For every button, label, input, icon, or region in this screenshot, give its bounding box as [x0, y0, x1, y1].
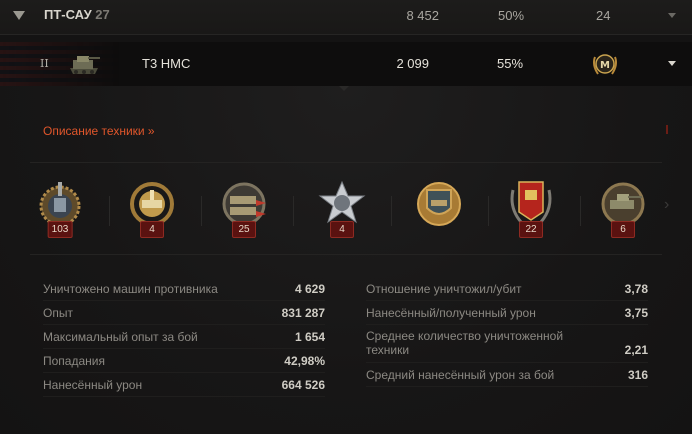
defender-medal-icon	[417, 182, 461, 226]
stat-row: Уничтожено машин противника 4 629	[43, 278, 325, 301]
tank-destroyer-icon	[70, 56, 100, 74]
medal-count: 103	[47, 221, 73, 238]
medal-tank-expert[interactable]: 103	[32, 176, 88, 240]
stats-left: Уничтожено машин противника 4 629 Опыт 8…	[43, 278, 325, 398]
stat-row: Максимальный опыт за бой 1 654	[43, 326, 325, 349]
medal-sniper[interactable]: 4	[124, 176, 180, 240]
medal-count: 22	[519, 221, 543, 238]
category-row-tank-destroyers[interactable]: ПТ-САУ 27 8 452 50% 24	[0, 0, 692, 35]
medal-count: 25	[232, 221, 256, 238]
scroll-indicator	[666, 125, 668, 134]
category-count: 27	[95, 7, 110, 22]
medal-invader[interactable]: 4	[314, 176, 370, 240]
stat-value: 42,98%	[284, 354, 325, 368]
stat-label: Нанесённый/полученный урон	[366, 306, 536, 320]
vehicle-row-t3-hmc[interactable]: II T3 HMC 2 099 55% M	[0, 42, 692, 86]
stat-row: Попадания 42,98%	[43, 350, 325, 373]
stat-row: Отношение уничтожил/убит 3,78	[366, 278, 648, 301]
stat-row: Средний нанесённый урон за бой 316	[366, 364, 648, 387]
vehicle-name: T3 HMC	[142, 56, 191, 71]
vehicle-battles: 2 099	[396, 56, 429, 71]
divider	[30, 254, 662, 255]
vehicle-tier: II	[40, 57, 49, 70]
stats-right: Отношение уничтожил/убит 3,78 Нанесённый…	[366, 278, 648, 388]
stat-row: Нанесённый урон 664 526	[43, 374, 325, 397]
medal-separator	[201, 196, 202, 226]
stat-value: 831 287	[281, 306, 325, 320]
category-win-rate: 50%	[498, 8, 525, 23]
medal-count: 4	[140, 221, 164, 238]
stat-row: Опыт 831 287	[43, 302, 325, 325]
vehicle-description-link[interactable]: Описание техники »	[43, 124, 155, 138]
medal-tank-sniper[interactable]: 25	[216, 176, 272, 240]
medal-defender[interactable]	[411, 176, 467, 240]
stat-label: Максимальный опыт за бой	[43, 330, 198, 344]
stat-value: 2,21	[624, 343, 648, 357]
category-battles: 8 452	[406, 8, 439, 23]
medal-separator	[109, 196, 110, 226]
mastery-badge-icon: M	[593, 54, 617, 75]
medal-separator	[488, 196, 489, 226]
stat-label: Уничтожено машин противника	[43, 282, 218, 296]
stat-value: 3,78	[624, 282, 648, 296]
stat-value: 664 526	[281, 378, 325, 392]
stat-value: 1 654	[294, 330, 325, 344]
stat-row: Среднее количество уничтоженной техники …	[366, 326, 648, 363]
chevron-down-icon[interactable]	[668, 13, 676, 18]
category-mastery-count: 24	[596, 8, 611, 23]
stat-value: 316	[627, 368, 648, 382]
medal-top-gun[interactable]: 6	[595, 176, 651, 240]
stat-label: Отношение уничтожил/убит	[366, 282, 522, 296]
medals-strip: 103 4 25 4 22 6	[30, 176, 662, 248]
medal-separator	[391, 196, 392, 226]
divider	[30, 162, 662, 163]
medals-scroll-right-icon[interactable]: ›	[664, 196, 669, 214]
medal-count: 6	[611, 221, 635, 238]
stat-label: Нанесённый урон	[43, 378, 143, 392]
stat-label: Попадания	[43, 354, 105, 368]
chevron-down-icon[interactable]	[668, 61, 676, 66]
stat-label: Средний нанесённый урон за бой	[366, 368, 555, 382]
stat-row: Нанесённый/полученный урон 3,75	[366, 302, 648, 325]
vehicle-details-panel: Описание техники » 103 4 25 4 22 6 › Уни…	[0, 86, 692, 434]
medal-separator	[293, 196, 294, 226]
medal-separator	[580, 196, 581, 226]
svg-text:M: M	[600, 60, 610, 71]
panel-notch	[339, 86, 349, 91]
stat-value: 3,75	[624, 306, 648, 320]
vehicle-win-rate: 55%	[497, 56, 524, 71]
collapse-triangle-icon[interactable]	[13, 11, 25, 20]
category-name: ПТ-САУ 27	[44, 7, 110, 22]
medal-count: 4	[330, 221, 354, 238]
medal-red-banner[interactable]: 22	[503, 176, 559, 240]
stat-label: Опыт	[43, 306, 73, 320]
stat-label: Среднее количество уничтоженной техники	[366, 329, 564, 357]
stat-value: 4 629	[294, 282, 325, 296]
